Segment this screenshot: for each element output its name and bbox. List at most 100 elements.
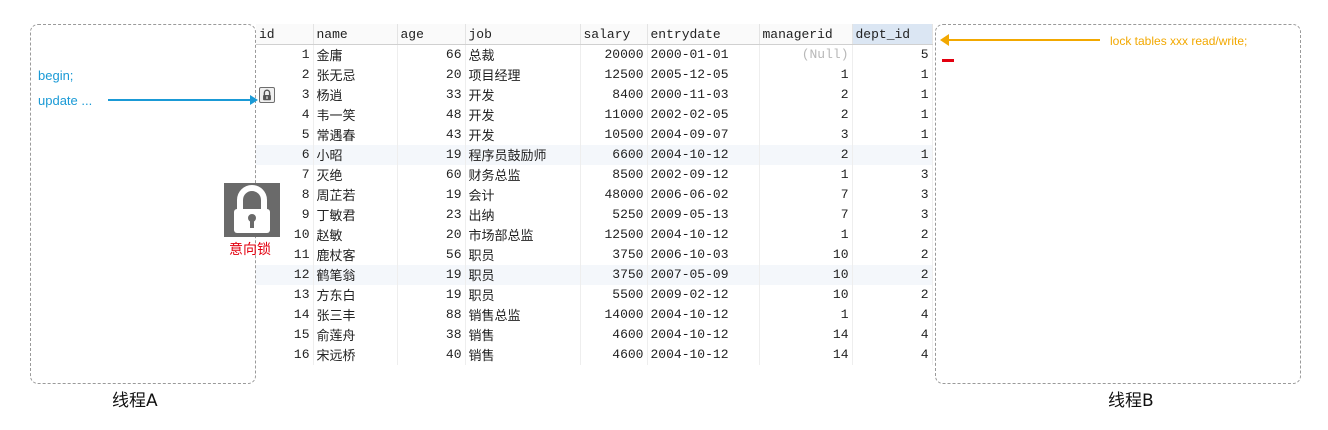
cell-age[interactable]: 40 <box>397 344 466 365</box>
cell-entrydate[interactable]: 2002-09-12 <box>647 164 760 185</box>
cell-managerid[interactable]: 3 <box>759 124 853 145</box>
cell-name[interactable]: 灭绝 <box>313 164 398 185</box>
cell-dept_id[interactable]: 4 <box>852 324 933 345</box>
cell-job[interactable]: 职员 <box>465 264 581 285</box>
cell-salary[interactable]: 12500 <box>580 64 648 85</box>
cell-job[interactable]: 销售总监 <box>465 304 581 325</box>
cell-age[interactable]: 88 <box>397 304 466 325</box>
cell-managerid[interactable]: 2 <box>759 84 853 105</box>
cell-managerid[interactable]: 2 <box>759 104 853 125</box>
cell-age[interactable]: 19 <box>397 184 466 205</box>
cell-dept_id[interactable]: 2 <box>852 244 933 265</box>
cell-managerid[interactable]: 10 <box>759 284 853 305</box>
cell-job[interactable]: 开发 <box>465 124 581 145</box>
cell-name[interactable]: 赵敏 <box>313 224 398 245</box>
table-row[interactable]: 7 灭绝 60 财务总监 8500 2002-09-12 1 3 <box>256 164 933 185</box>
cell-name[interactable]: 俞莲舟 <box>313 324 398 345</box>
cell-name[interactable]: 张三丰 <box>313 304 398 325</box>
cell-dept_id[interactable]: 4 <box>852 344 933 365</box>
cell-dept_id[interactable]: 1 <box>852 64 933 85</box>
cell-managerid[interactable]: 1 <box>759 64 853 85</box>
cell-name[interactable]: 常遇春 <box>313 124 398 145</box>
cell-salary[interactable]: 8400 <box>580 84 648 105</box>
cell-entrydate[interactable]: 2000-01-01 <box>647 44 760 65</box>
table-row[interactable]: 14 张三丰 88 销售总监 14000 2004-10-12 1 4 <box>256 304 933 325</box>
column-header-job[interactable]: job <box>465 24 581 45</box>
cell-salary[interactable]: 6600 <box>580 144 648 165</box>
cell-age[interactable]: 19 <box>397 144 466 165</box>
table-row[interactable]: 13 方东白 19 职员 5500 2009-02-12 10 2 <box>256 284 933 305</box>
cell-job[interactable]: 会计 <box>465 184 581 205</box>
cell-managerid[interactable]: 14 <box>759 324 853 345</box>
cell-managerid[interactable]: 7 <box>759 204 853 225</box>
cell-job[interactable]: 程序员鼓励师 <box>465 144 581 165</box>
cell-job[interactable]: 销售 <box>465 324 581 345</box>
table-row[interactable]: 11 鹿杖客 56 职员 3750 2006-10-03 10 2 <box>256 244 933 265</box>
cell-id[interactable]: 9 <box>256 204 314 225</box>
cell-job[interactable]: 开发 <box>465 84 581 105</box>
cell-job[interactable]: 出纳 <box>465 204 581 225</box>
cell-id[interactable]: 2 <box>256 64 314 85</box>
cell-age[interactable]: 20 <box>397 64 466 85</box>
table-row[interactable]: 1 金庸 66 总裁 20000 2000-01-01 (Null) 5 <box>256 44 933 65</box>
cell-entrydate[interactable]: 2000-11-03 <box>647 84 760 105</box>
column-header-age[interactable]: age <box>397 24 466 45</box>
cell-managerid[interactable]: 10 <box>759 244 853 265</box>
cell-id[interactable]: 3 <box>256 84 314 105</box>
cell-age[interactable]: 19 <box>397 264 466 285</box>
cell-salary[interactable]: 10500 <box>580 124 648 145</box>
column-header-managerid[interactable]: managerid <box>759 24 853 45</box>
cell-entrydate[interactable]: 2004-10-12 <box>647 224 760 245</box>
cell-dept_id[interactable]: 1 <box>852 124 933 145</box>
cell-age[interactable]: 43 <box>397 124 466 145</box>
cell-dept_id[interactable]: 2 <box>852 284 933 305</box>
cell-salary[interactable]: 8500 <box>580 164 648 185</box>
cell-name[interactable]: 杨逍 <box>313 84 398 105</box>
table-row[interactable]: 3 杨逍 33 开发 8400 2000-11-03 2 1 <box>256 84 933 105</box>
cell-dept_id[interactable]: 1 <box>852 84 933 105</box>
cell-name[interactable]: 周芷若 <box>313 184 398 205</box>
cell-name[interactable]: 小昭 <box>313 144 398 165</box>
table-row[interactable]: 15 俞莲舟 38 销售 4600 2004-10-12 14 4 <box>256 324 933 345</box>
cell-entrydate[interactable]: 2009-02-12 <box>647 284 760 305</box>
cell-name[interactable]: 方东白 <box>313 284 398 305</box>
cell-salary[interactable]: 20000 <box>580 44 648 65</box>
cell-name[interactable]: 鹤笔翁 <box>313 264 398 285</box>
cell-dept_id[interactable]: 4 <box>852 304 933 325</box>
cell-dept_id[interactable]: 3 <box>852 204 933 225</box>
cell-name[interactable]: 金庸 <box>313 44 398 65</box>
cell-entrydate[interactable]: 2005-12-05 <box>647 64 760 85</box>
cell-age[interactable]: 19 <box>397 284 466 305</box>
table-row[interactable]: 12 鹤笔翁 19 职员 3750 2007-05-09 10 2 <box>256 264 933 285</box>
cell-managerid[interactable]: 14 <box>759 344 853 365</box>
table-row[interactable]: 2 张无忌 20 项目经理 12500 2005-12-05 1 1 <box>256 64 933 85</box>
cell-id[interactable]: 5 <box>256 124 314 145</box>
cell-name[interactable]: 鹿杖客 <box>313 244 398 265</box>
cell-id[interactable]: 11 <box>256 244 314 265</box>
cell-entrydate[interactable]: 2004-10-12 <box>647 324 760 345</box>
cell-dept_id[interactable]: 1 <box>852 104 933 125</box>
cell-salary[interactable]: 3750 <box>580 244 648 265</box>
cell-dept_id[interactable]: 1 <box>852 144 933 165</box>
cell-entrydate[interactable]: 2004-10-12 <box>647 144 760 165</box>
cell-entrydate[interactable]: 2004-10-12 <box>647 344 760 365</box>
cell-age[interactable]: 60 <box>397 164 466 185</box>
cell-salary[interactable]: 3750 <box>580 264 648 285</box>
cell-job[interactable]: 职员 <box>465 284 581 305</box>
cell-age[interactable]: 23 <box>397 204 466 225</box>
table-row[interactable]: 6 小昭 19 程序员鼓励师 6600 2004-10-12 2 1 <box>256 144 933 165</box>
cell-salary[interactable]: 4600 <box>580 324 648 345</box>
cell-job[interactable]: 财务总监 <box>465 164 581 185</box>
cell-managerid[interactable]: 10 <box>759 264 853 285</box>
cell-name[interactable]: 韦一笑 <box>313 104 398 125</box>
cell-job[interactable]: 项目经理 <box>465 64 581 85</box>
cell-id[interactable]: 16 <box>256 344 314 365</box>
table-row[interactable]: 5 常遇春 43 开发 10500 2004-09-07 3 1 <box>256 124 933 145</box>
cell-id[interactable]: 10 <box>256 224 314 245</box>
cell-managerid[interactable]: 1 <box>759 164 853 185</box>
cell-job[interactable]: 职员 <box>465 244 581 265</box>
cell-id[interactable]: 14 <box>256 304 314 325</box>
cell-id[interactable]: 6 <box>256 144 314 165</box>
cell-salary[interactable]: 11000 <box>580 104 648 125</box>
column-header-dept_id[interactable]: dept_id <box>852 24 933 45</box>
